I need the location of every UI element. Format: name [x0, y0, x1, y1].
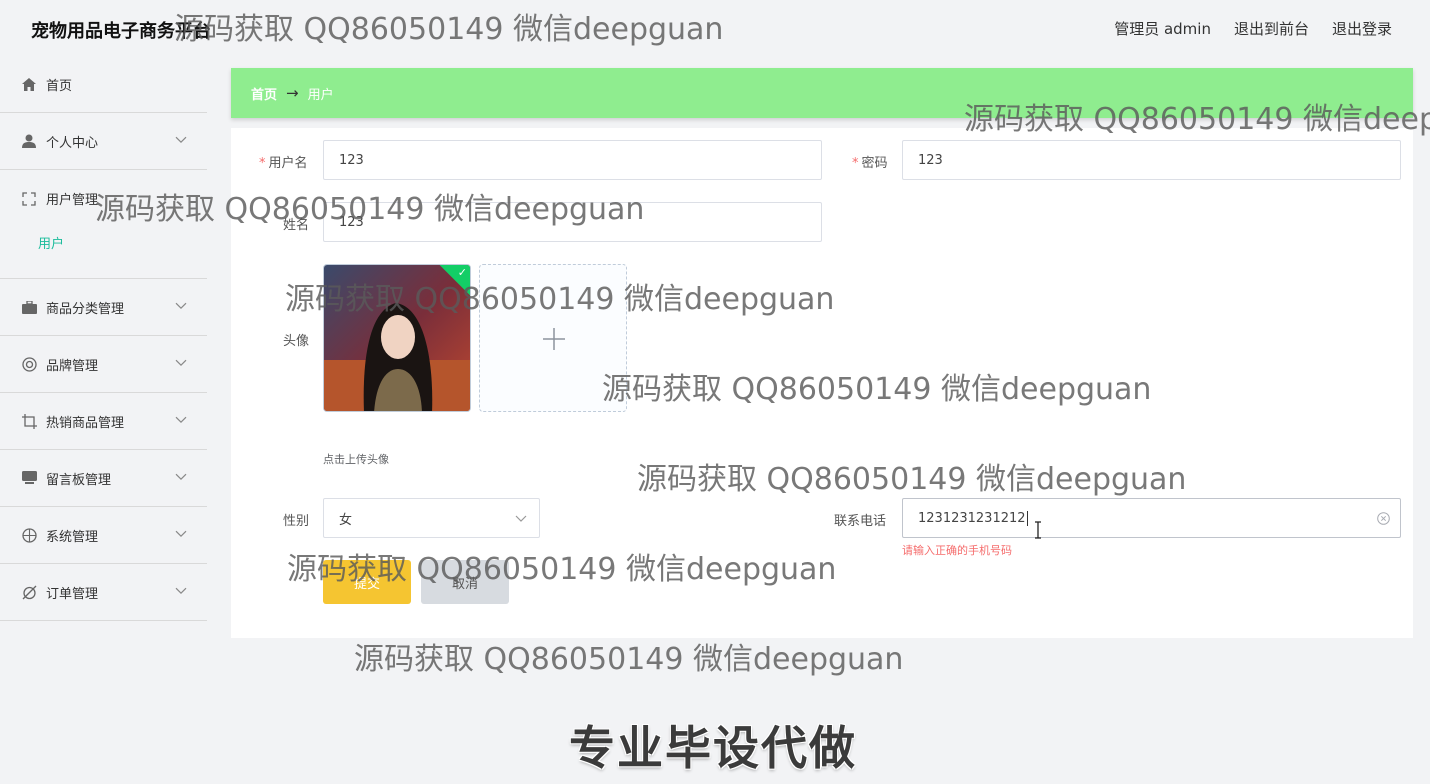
sidebar-item-hot-products[interactable]: 热销商品管理	[0, 393, 207, 450]
sidebar-item-label: 系统管理	[46, 529, 99, 545]
sidebar-item-system-management[interactable]: 系统管理	[0, 507, 207, 564]
sidebar-item-label: 品牌管理	[46, 358, 99, 374]
sidebar-item-order-management[interactable]: 订单管理	[0, 564, 207, 621]
sidebar-item-category-management[interactable]: 商品分类管理	[0, 279, 207, 336]
home-icon	[21, 77, 37, 93]
breadcrumb-current: 用户	[307, 87, 334, 103]
name-label: 姓名	[283, 218, 310, 233]
alarm-off-icon	[21, 584, 37, 600]
password-label: * 密码	[852, 156, 888, 171]
check-icon: ✓	[457, 266, 467, 279]
avatar-upload-hint[interactable]: 点击上传头像	[323, 451, 389, 467]
sidebar-item-label: 订单管理	[46, 586, 99, 602]
app-title: 宠物用品电子商务平台	[31, 21, 211, 42]
chevron-down-icon	[175, 136, 187, 144]
top-links: 管理员 admin 退出到前台 退出登录	[1114, 18, 1392, 39]
chevron-down-icon	[175, 302, 187, 310]
sidebar-item-label: 用户管理	[46, 193, 99, 208]
submit-button[interactable]: 提交	[323, 560, 411, 604]
logout-link[interactable]: 退出登录	[1332, 18, 1392, 39]
admin-label: 管理员 admin	[1114, 20, 1211, 38]
chevron-down-icon	[175, 473, 187, 481]
lifebuoy-icon	[21, 356, 37, 372]
phone-input[interactable]: 1231231231212	[902, 498, 1401, 538]
to-front-link[interactable]: 退出到前台	[1234, 18, 1309, 39]
chevron-down-icon	[175, 359, 187, 367]
sidebar-item-label: 个人中心	[46, 135, 99, 151]
breadcrumb: 首页 → 用户	[231, 68, 1413, 118]
text-caret	[1026, 510, 1028, 526]
sidebar: 首页 个人中心 用户管理 用户 商品分类管理 品牌管理 热销商品管理 留言板管理…	[0, 57, 207, 621]
sidebar-item-brand-management[interactable]: 品牌管理	[0, 336, 207, 393]
chevron-down-icon	[175, 530, 187, 538]
chevron-down-icon	[175, 587, 187, 595]
phone-label: 联系电话	[834, 514, 887, 529]
username-input[interactable]: 123	[323, 140, 822, 180]
plus-icon	[543, 328, 565, 350]
password-input[interactable]: 123	[902, 140, 1401, 180]
cancel-button[interactable]: 取消	[421, 560, 509, 604]
watermark: 源码获取 QQ86050149 微信deepguan	[354, 642, 904, 677]
avatar-label: 头像	[283, 334, 310, 349]
gender-selected-value: 女	[339, 512, 353, 528]
promo-banner: 专业毕设代做	[569, 721, 857, 775]
text-cursor-icon	[1035, 521, 1041, 539]
basketball-icon	[21, 527, 37, 543]
sidebar-item-label: 热销商品管理	[46, 415, 125, 431]
name-input[interactable]: 123	[323, 202, 822, 242]
username-label: * 用户名	[259, 156, 308, 171]
avatar-preview[interactable]: ✓	[323, 264, 471, 412]
breadcrumb-home[interactable]: 首页	[251, 84, 277, 103]
gender-label: 性别	[283, 514, 310, 529]
sidebar-item-message-board[interactable]: 留言板管理	[0, 450, 207, 507]
breadcrumb-separator: →	[286, 84, 299, 102]
sidebar-item-label: 商品分类管理	[46, 301, 125, 317]
chat-icon	[21, 470, 37, 486]
briefcase-icon	[21, 299, 37, 315]
chevron-down-icon	[515, 515, 527, 522]
sidebar-item-user-management[interactable]: 用户管理	[0, 170, 207, 227]
user-icon	[21, 133, 37, 149]
top-bar: 宠物用品电子商务平台 管理员 admin 退出到前台 退出登录	[0, 0, 1430, 56]
sidebar-item-label: 首页	[46, 79, 73, 94]
crop-icon	[21, 413, 37, 429]
clear-icon[interactable]	[1377, 512, 1390, 525]
chevron-down-icon	[175, 416, 187, 424]
sidebar-item-home[interactable]: 首页	[0, 57, 207, 113]
sidebar-item-profile[interactable]: 个人中心	[0, 113, 207, 170]
gender-select[interactable]: 女	[323, 498, 540, 538]
phone-value: 1231231231212	[918, 510, 1026, 526]
fullscreen-icon	[21, 191, 37, 207]
sidebar-group-users: 用户管理 用户	[0, 170, 207, 279]
sidebar-item-label: 留言板管理	[46, 472, 112, 488]
avatar-image	[324, 265, 470, 411]
avatar-upload-button[interactable]	[479, 264, 627, 412]
phone-error-message: 请输入正确的手机号码	[902, 544, 1012, 557]
sidebar-subitem-users[interactable]: 用户	[0, 227, 207, 278]
